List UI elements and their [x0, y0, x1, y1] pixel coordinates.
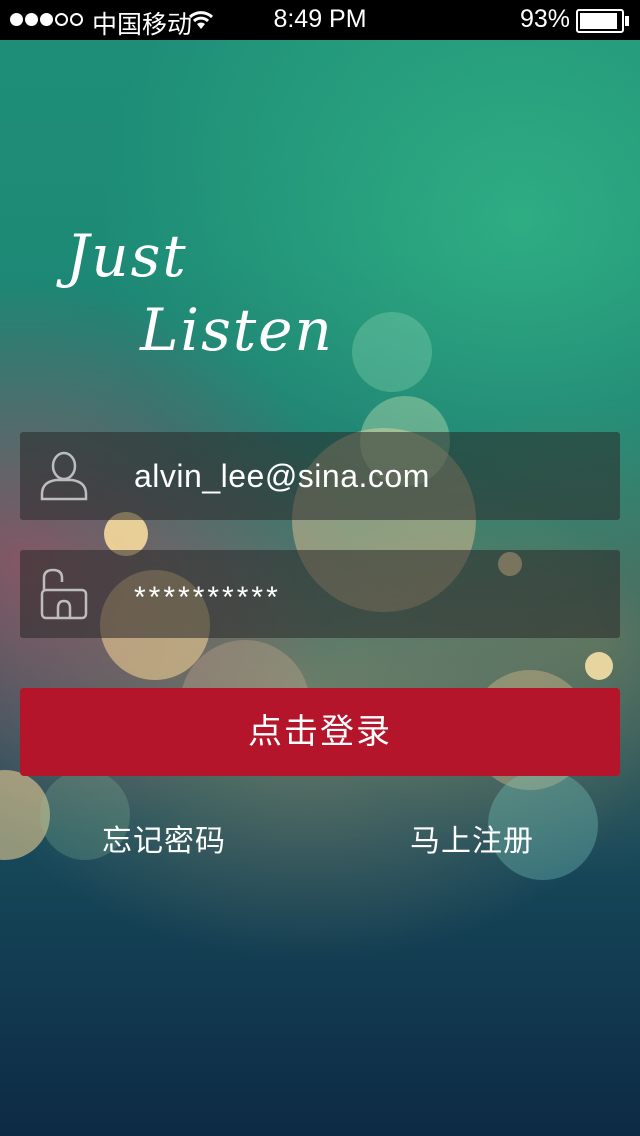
unlock-icon: [38, 568, 90, 620]
bokeh-light: [585, 652, 613, 680]
username-input[interactable]: alvin_lee@sina.com: [134, 432, 430, 520]
register-link[interactable]: 马上注册: [410, 818, 534, 866]
battery-percentage: 93%: [519, 5, 570, 33]
forgot-password-link[interactable]: 忘记密码: [102, 818, 226, 866]
password-input[interactable]: **********: [134, 554, 281, 642]
logo-line-2: Listen: [140, 296, 334, 364]
username-field[interactable]: alvin_lee@sina.com: [20, 432, 620, 520]
login-screen: 中国移动 8:49 PM 93% Just Listen alvin_lee@s…: [0, 0, 640, 1136]
user-icon: [38, 450, 90, 502]
app-logo: Just Listen: [54, 222, 354, 364]
battery-icon: [576, 9, 630, 40]
password-field[interactable]: **********: [20, 550, 620, 638]
status-bar: 中国移动 8:49 PM 93%: [0, 0, 640, 40]
logo-line-1: Just: [66, 222, 188, 290]
bokeh-light: [352, 312, 432, 392]
login-button[interactable]: 点击登录: [20, 688, 620, 776]
